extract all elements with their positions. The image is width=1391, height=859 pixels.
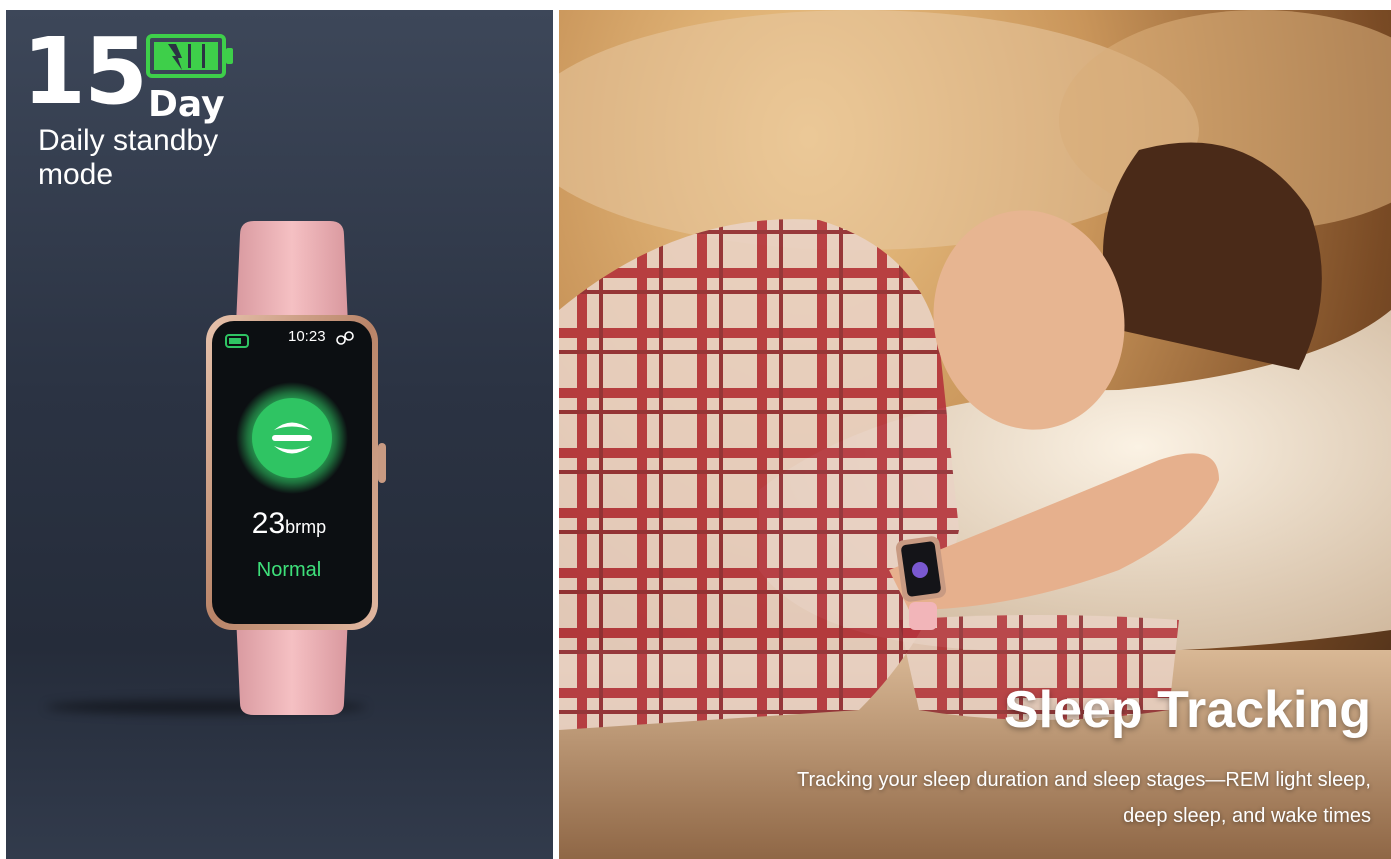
- standby-days-number: 15: [22, 18, 148, 125]
- standby-days-unit: Day: [148, 84, 225, 125]
- sleep-headline: Sleep Tracking: [1003, 681, 1371, 739]
- battery-charging-icon: [146, 34, 233, 78]
- smartwatch: [206, 221, 386, 715]
- watch-reading-unit: brmp: [285, 517, 327, 537]
- watch-time: 10:23: [288, 328, 326, 345]
- link-icon: [336, 331, 354, 345]
- sleep-description: Tracking your sleep duration and sleep s…: [796, 769, 1371, 827]
- standby-caption: Daily standby mode: [38, 124, 219, 191]
- watch-reading: 23brmp: [209, 507, 369, 541]
- watch-status: Normal: [256, 559, 322, 581]
- sleep-panel: Sleep Tracking Tracking your sleep durat…: [559, 10, 1391, 859]
- watch-reading-value: 23: [251, 507, 286, 540]
- standby-panel: 15 Day Daily standby mode 10:23 23brmp N…: [6, 10, 553, 859]
